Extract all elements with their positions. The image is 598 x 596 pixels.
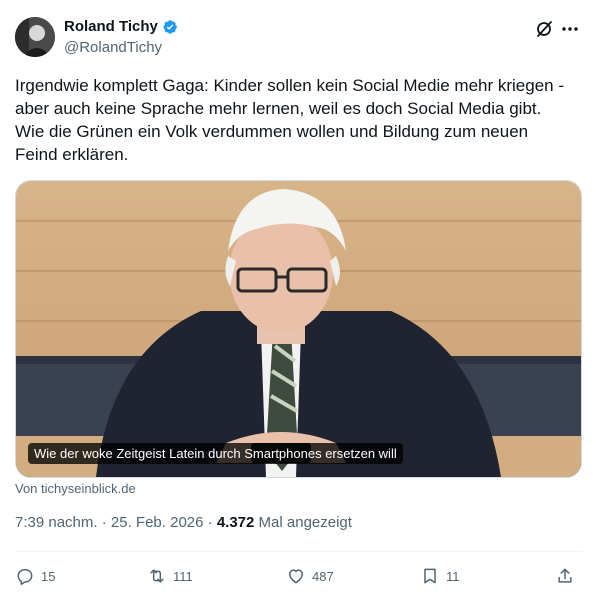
reply-button[interactable]: 15 (15, 566, 55, 586)
action-bar: 15 111 487 11 (15, 566, 585, 588)
tweet-text-line: Wie die Grünen ein Volk verdummen wollen… (15, 122, 529, 141)
grok-icon[interactable] (534, 19, 554, 39)
repost-count: 111 (173, 568, 193, 584)
tweet-text-line: aber auch keine Sprache mehr lernen, wei… (15, 99, 542, 118)
view-label: Mal angezeigt (254, 514, 352, 531)
reply-count: 15 (41, 568, 56, 584)
tweet-text-line: Feind erklären. (15, 145, 129, 164)
bookmark-button[interactable]: 11 (420, 566, 460, 586)
tweet-date[interactable]: 25. Feb. 2026 (111, 514, 204, 531)
meta-separator: · (97, 514, 111, 531)
verified-badge-icon (163, 19, 177, 34)
tweet-meta: 7:39 nachm. · 25. Feb. 2026 · 4.372 Mal … (15, 514, 352, 531)
like-button[interactable]: 487 (286, 566, 334, 586)
tweet[interactable]: Roland Tichy @RolandTichy Irgendwie komp… (0, 0, 598, 596)
avatar[interactable] (15, 17, 55, 57)
card-source[interactable]: Von tichyseinblick.de (15, 481, 136, 496)
divider (15, 551, 583, 552)
card-caption: Wie der woke Zeitgeist Latein durch Smar… (28, 443, 403, 464)
avatar-image (15, 17, 55, 57)
bookmark-icon (424, 568, 436, 584)
meta-separator: · (203, 514, 217, 531)
share-button[interactable] (555, 566, 575, 586)
view-count: 4.372 (216, 514, 255, 531)
like-count: 487 (312, 568, 334, 584)
link-card[interactable]: Wie der woke Zeitgeist Latein durch Smar… (15, 180, 582, 478)
card-image (16, 181, 581, 477)
more-icon[interactable] (560, 19, 580, 39)
author-name[interactable]: Roland Tichy (64, 18, 158, 35)
tweet-text: Irgendwie komplett Gaga: Kinder sollen k… (15, 74, 585, 166)
author-handle[interactable]: @RolandTichy (64, 39, 162, 56)
like-icon (289, 569, 303, 584)
bookmark-count: 11 (446, 568, 460, 584)
tweet-text-line: Irgendwie komplett Gaga: Kinder sollen k… (15, 76, 564, 95)
tweet-time[interactable]: 7:39 nachm. (15, 514, 98, 531)
repost-icon (150, 569, 164, 583)
share-icon (558, 568, 572, 583)
repost-button[interactable]: 111 (147, 566, 193, 586)
reply-icon (17, 569, 33, 585)
